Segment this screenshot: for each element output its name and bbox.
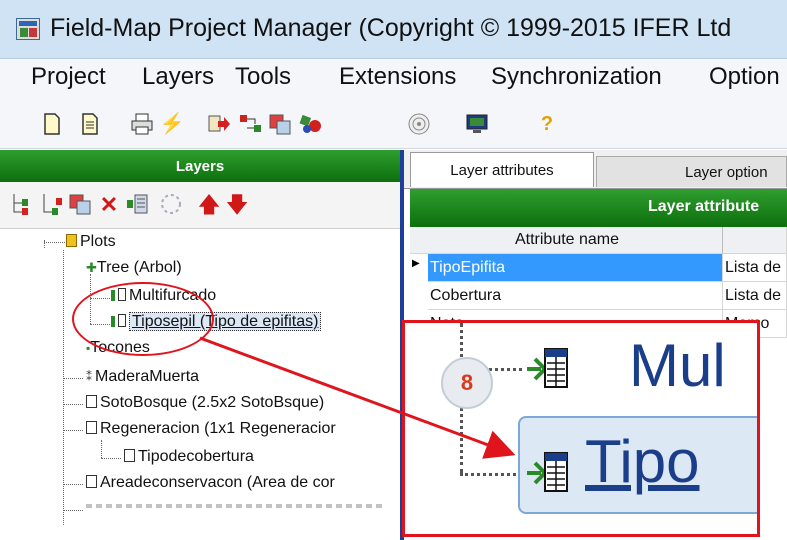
annotation-arrow xyxy=(199,336,516,459)
